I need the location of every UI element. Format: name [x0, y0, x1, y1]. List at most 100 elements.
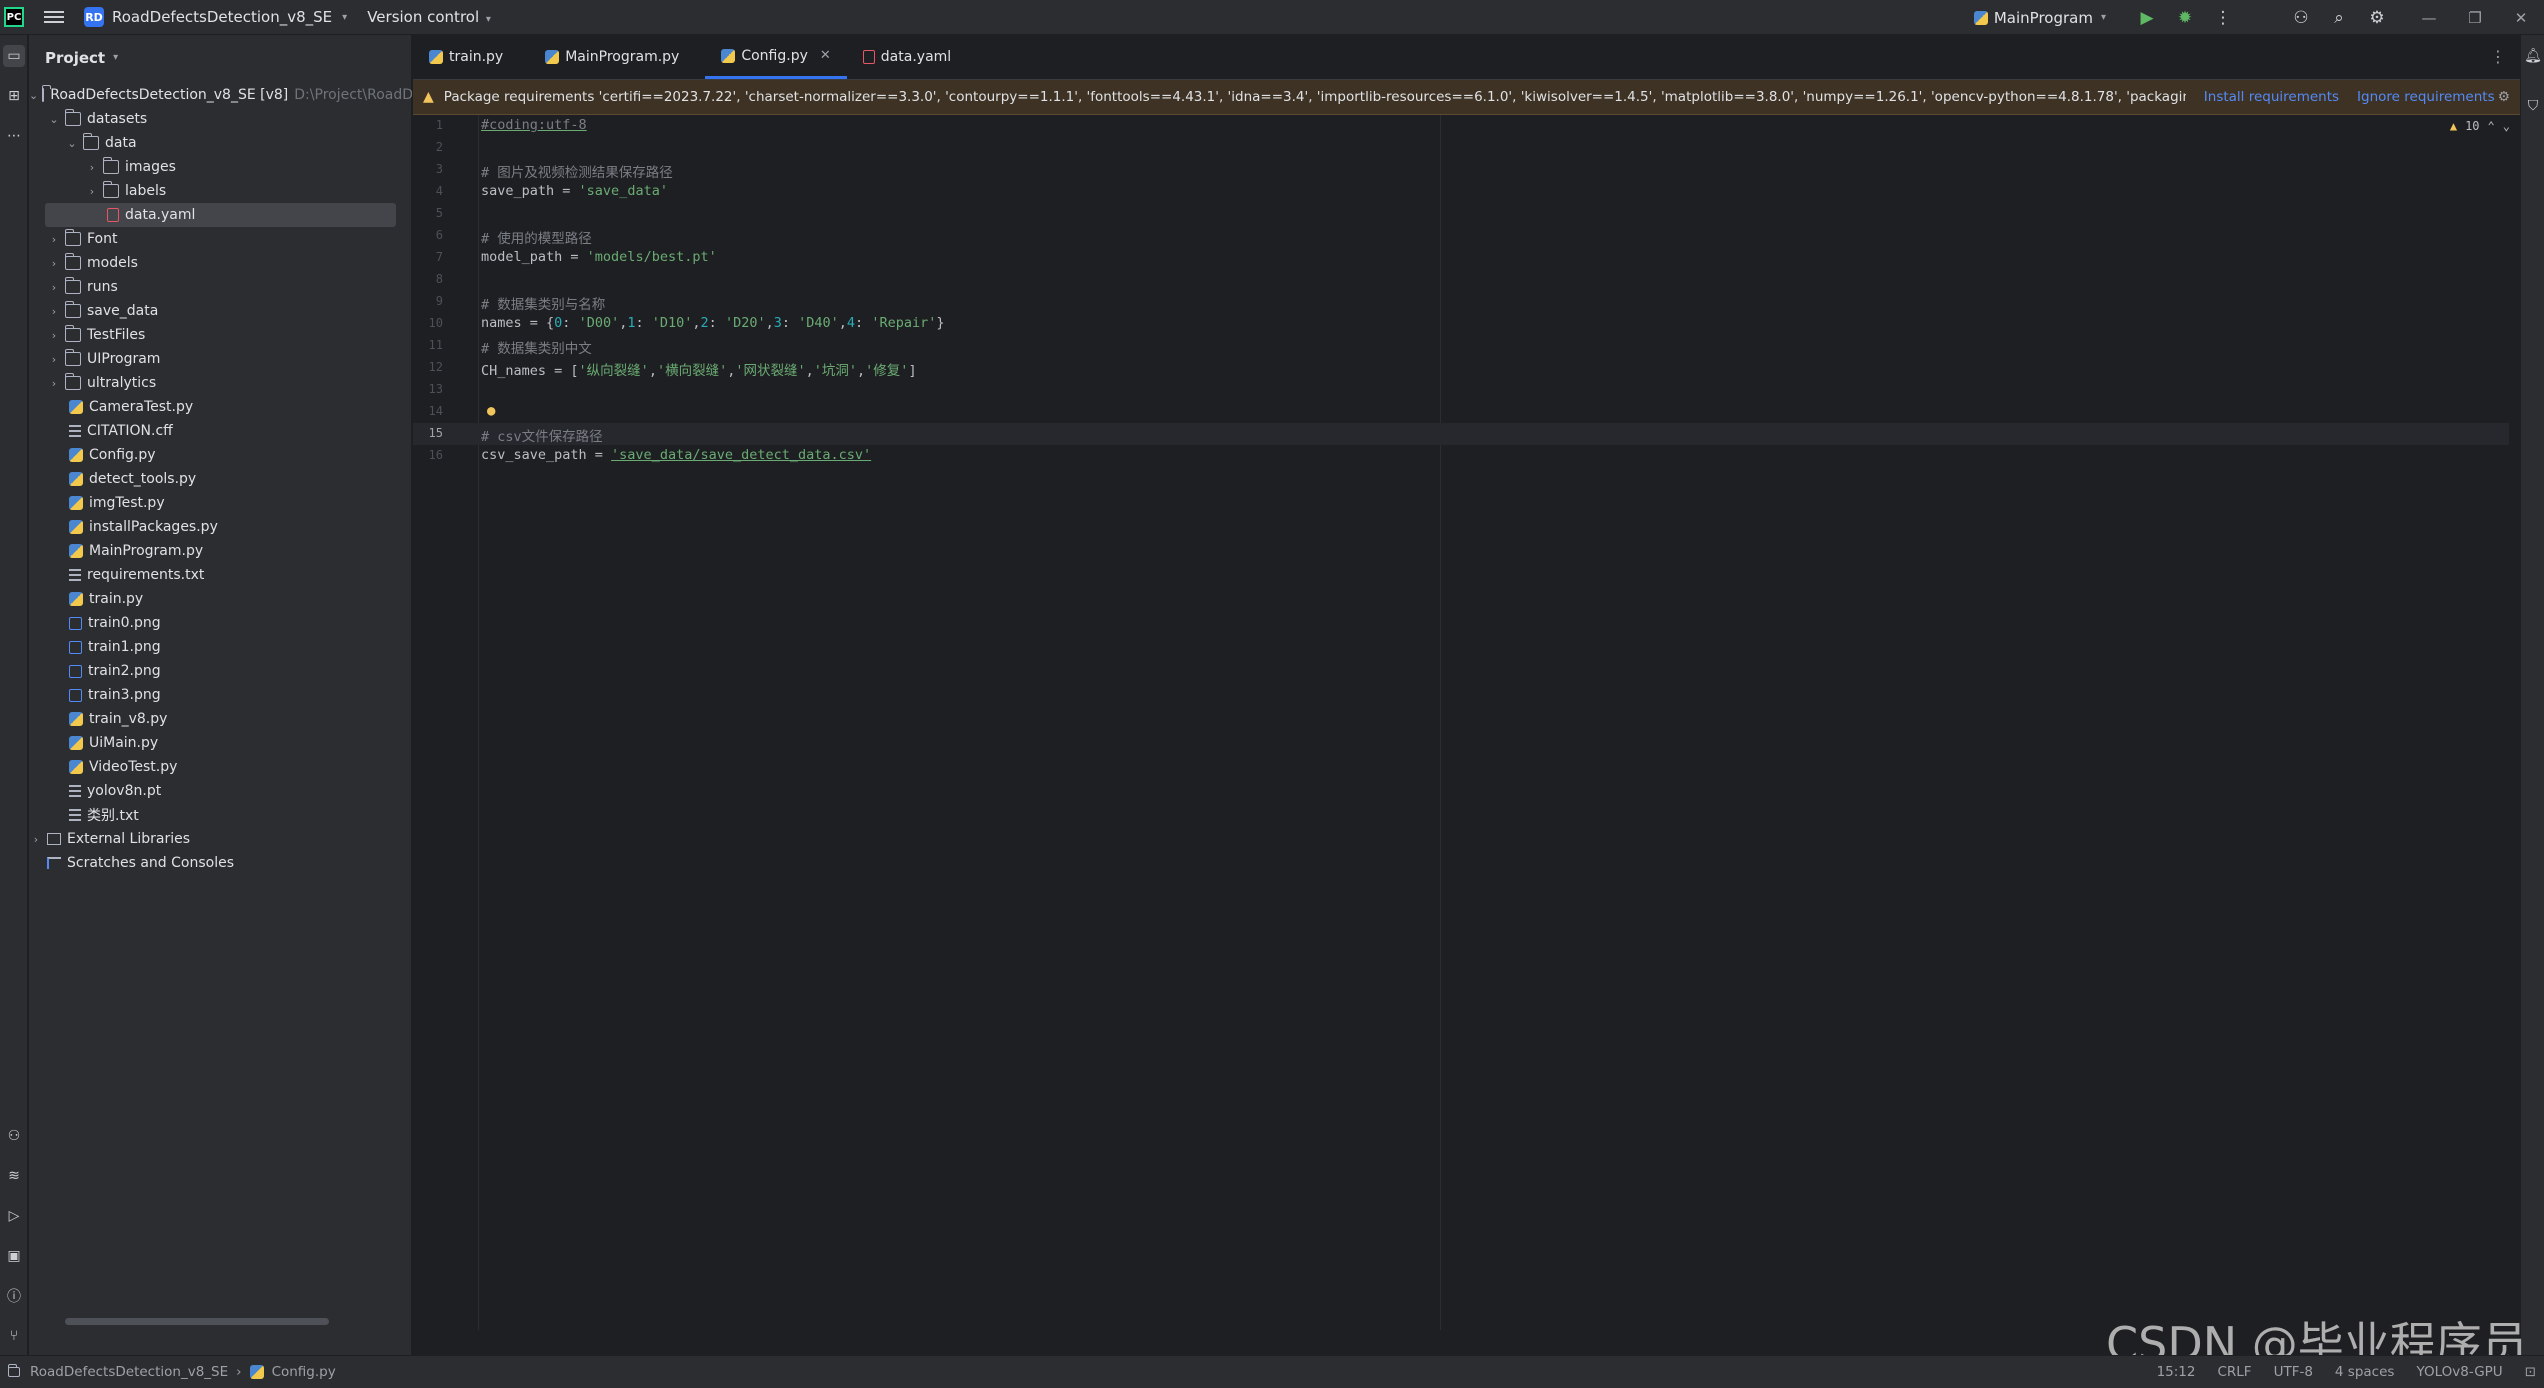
collapse-arrow-icon[interactable]: ›: [47, 233, 61, 246]
layers-icon[interactable]: ≋: [3, 1165, 25, 1187]
notifications-bell-icon[interactable]: 🔔︎: [2522, 45, 2544, 67]
project-switcher[interactable]: RD RoadDefectsDetection_v8_SE ▾: [84, 7, 347, 27]
tree-item-file[interactable]: CameraTest.py: [29, 395, 412, 419]
shield-check-icon[interactable]: ⛉: [2522, 95, 2544, 117]
indent-setting[interactable]: 4 spaces: [2335, 1364, 2395, 1380]
tab-train-py[interactable]: train.py: [413, 35, 519, 79]
tree-item-images[interactable]: › images: [29, 155, 412, 179]
lightbulb-icon[interactable]: ●: [487, 403, 495, 419]
version-control-menu[interactable]: Version control ▾: [367, 8, 491, 26]
tree-item-file[interactable]: requirements.txt: [29, 563, 412, 587]
tree-item-file[interactable]: 类别.txt: [29, 803, 412, 827]
tree-item-file[interactable]: train2.png: [29, 659, 412, 683]
tree-item-file[interactable]: detect_tools.py: [29, 467, 412, 491]
debug-icon[interactable]: ✹: [2166, 0, 2204, 35]
tree-item-file[interactable]: train0.png: [29, 611, 412, 635]
tab-config-py[interactable]: Config.py ✕: [705, 35, 847, 79]
main-menu-icon[interactable]: [44, 7, 64, 27]
project-panel-header[interactable]: Project ▾: [29, 35, 411, 80]
code-line: 13: [413, 379, 2509, 401]
close-tab-icon[interactable]: ✕: [820, 48, 831, 63]
tree-item-file[interactable]: UiMain.py: [29, 731, 412, 755]
run-icon[interactable]: ▶: [2128, 0, 2166, 35]
code-with-me-icon[interactable]: ⚇: [2282, 0, 2320, 35]
tree-root[interactable]: ⌄ RoadDefectsDetection_v8_SE [v8] D:\Pro…: [29, 83, 412, 107]
tree-item-datasets[interactable]: ⌄ datasets: [29, 107, 412, 131]
tree-item-save-data[interactable]: › save_data: [29, 299, 412, 323]
search-icon[interactable]: ⌕: [2320, 0, 2358, 35]
tree-item-scratches[interactable]: Scratches and Consoles: [29, 851, 412, 875]
tree-item-file[interactable]: train3.png: [29, 683, 412, 707]
tab-data-yaml[interactable]: data.yaml: [847, 35, 967, 79]
tree-item-uiprogram[interactable]: › UIProgram: [29, 347, 412, 371]
git-icon[interactable]: ⑂: [3, 1325, 25, 1347]
collapse-arrow-icon[interactable]: ›: [29, 833, 43, 846]
expand-arrow-icon[interactable]: ⌄: [47, 113, 61, 126]
expand-arrow-icon[interactable]: ⌄: [29, 89, 38, 102]
line-number: 11: [428, 338, 443, 352]
python-packages-icon[interactable]: ⚇: [3, 1125, 25, 1147]
tree-item-file[interactable]: MainProgram.py: [29, 539, 412, 563]
tree-item-labels[interactable]: › labels: [29, 179, 412, 203]
project-tool-icon[interactable]: ▭: [3, 45, 25, 67]
tree-item-data[interactable]: ⌄ data: [29, 131, 412, 155]
close-window-icon[interactable]: ✕: [2498, 0, 2544, 35]
left-tool-strip: ▭ ⊞ ⋯ ⚇ ≋ ▷ ▣ ⓘ ⑂: [0, 35, 28, 1355]
collapse-arrow-icon[interactable]: ›: [47, 329, 61, 342]
settings-gear-icon[interactable]: ⚙: [2358, 0, 2396, 35]
tree-item-file[interactable]: train_v8.py: [29, 707, 412, 731]
tree-item-ultralytics[interactable]: › ultralytics: [29, 371, 412, 395]
structure-tool-icon[interactable]: ⊞: [3, 85, 25, 107]
code-editor[interactable]: ▲ 10 ⌃ ⌄ 1 #coding:utf-8 2 3 # 图片及视频检测结果…: [413, 115, 2520, 1330]
tree-item-file[interactable]: train.py: [29, 587, 412, 611]
tree-item-file[interactable]: installPackages.py: [29, 515, 412, 539]
tab-options-icon[interactable]: ⋮: [2490, 47, 2506, 66]
collapse-arrow-icon[interactable]: ›: [85, 161, 99, 174]
install-requirements-link[interactable]: Install requirements: [2204, 89, 2339, 105]
python-interpreter[interactable]: YOLOv8-GPU: [2416, 1364, 2502, 1380]
run-config-selector[interactable]: MainProgram ▾: [1973, 9, 2106, 27]
expand-arrow-icon[interactable]: ⌄: [65, 137, 79, 150]
file-encoding[interactable]: UTF-8: [2274, 1364, 2313, 1380]
restore-icon[interactable]: ❐: [2452, 0, 2498, 35]
breadcrumb-project[interactable]: RoadDefectsDetection_v8_SE: [30, 1364, 228, 1380]
code-line: 11 # 数据集类别中文: [413, 335, 2509, 357]
tree-item-file[interactable]: yolov8n.pt: [29, 779, 412, 803]
tree-item-file[interactable]: imgTest.py: [29, 491, 412, 515]
horizontal-scrollbar[interactable]: [65, 1318, 329, 1325]
collapse-arrow-icon[interactable]: ›: [85, 185, 99, 198]
text-file-icon: [69, 425, 81, 437]
tree-item-external-libraries[interactable]: › External Libraries: [29, 827, 412, 851]
services-icon[interactable]: ▷: [3, 1205, 25, 1227]
tree-item-data-yaml[interactable]: data.yaml: [45, 203, 396, 227]
tree-item-label: Config.py: [89, 447, 156, 463]
tree-item-testfiles[interactable]: › TestFiles: [29, 323, 412, 347]
tree-item-file[interactable]: VideoTest.py: [29, 755, 412, 779]
code-line: 8: [413, 269, 2509, 291]
tree-item-label: 类别.txt: [87, 808, 139, 824]
more-actions-icon[interactable]: ⋮: [2204, 0, 2242, 35]
tree-item-file[interactable]: Config.py: [29, 443, 412, 467]
collapse-arrow-icon[interactable]: ›: [47, 377, 61, 390]
tree-item-runs[interactable]: › runs: [29, 275, 412, 299]
collapse-arrow-icon[interactable]: ›: [47, 353, 61, 366]
caret-position[interactable]: 15:12: [2157, 1364, 2196, 1380]
tree-item-font[interactable]: › Font: [29, 227, 412, 251]
minimize-icon[interactable]: —: [2406, 0, 2452, 35]
banner-settings-gear-icon[interactable]: ⚙: [2498, 89, 2510, 105]
more-tools-icon[interactable]: ⋯: [3, 125, 25, 147]
breadcrumb-file[interactable]: Config.py: [272, 1364, 336, 1380]
problems-icon[interactable]: ⓘ: [3, 1285, 25, 1307]
tree-item-file[interactable]: CITATION.cff: [29, 419, 412, 443]
tree-item-file[interactable]: train1.png: [29, 635, 412, 659]
lock-icon[interactable]: ⊡: [2525, 1364, 2536, 1380]
code-text: #coding:utf-8: [481, 117, 587, 133]
line-separator[interactable]: CRLF: [2217, 1364, 2251, 1380]
collapse-arrow-icon[interactable]: ›: [47, 305, 61, 318]
collapse-arrow-icon[interactable]: ›: [47, 257, 61, 270]
collapse-arrow-icon[interactable]: ›: [47, 281, 61, 294]
ignore-requirements-link[interactable]: Ignore requirements: [2357, 89, 2495, 105]
terminal-icon[interactable]: ▣: [3, 1245, 25, 1267]
tree-item-models[interactable]: › models: [29, 251, 412, 275]
tab-mainprogram-py[interactable]: MainProgram.py: [529, 35, 695, 79]
